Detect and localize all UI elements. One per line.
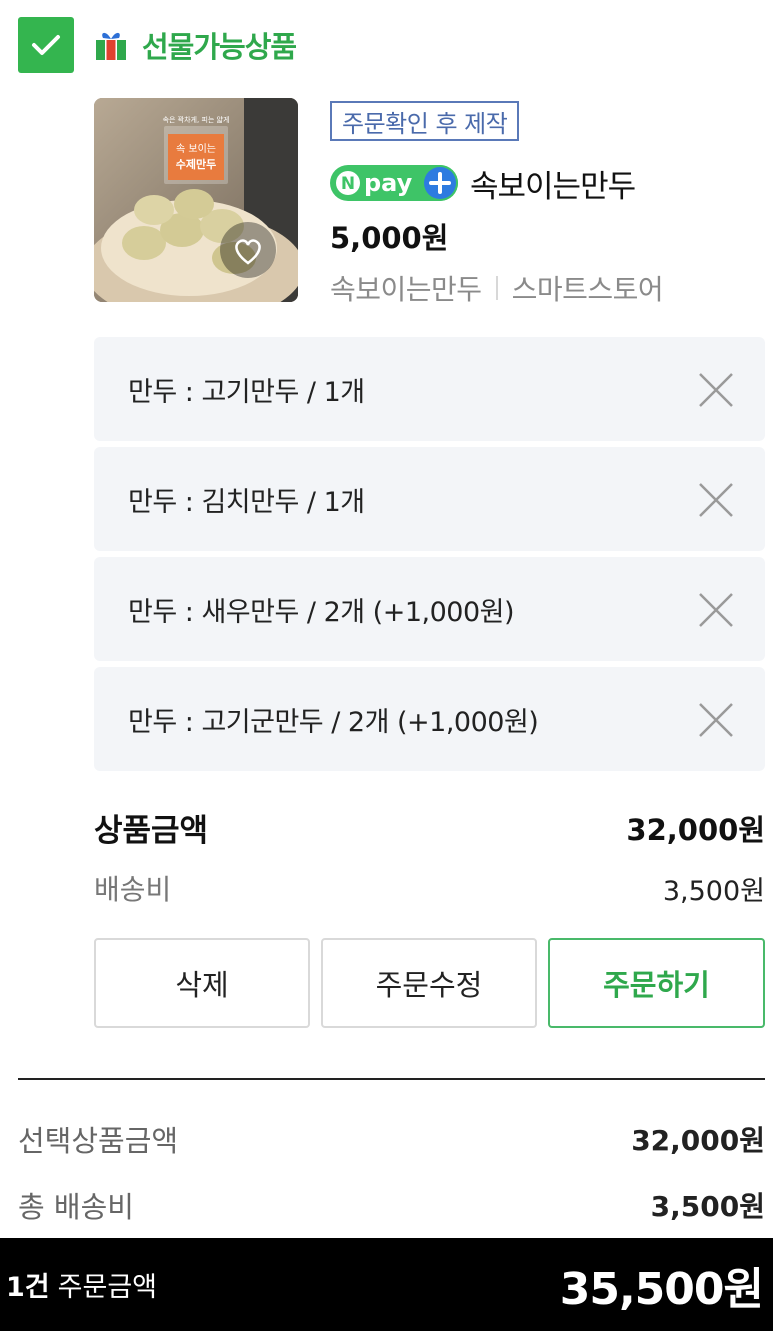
- svg-text:속 보이는: 속 보이는: [176, 143, 216, 155]
- check-icon: [32, 35, 60, 55]
- seller-divider: [495, 276, 498, 300]
- total-shipping-value: 3,500원: [650, 1190, 765, 1223]
- order-button[interactable]: 주문하기: [548, 938, 765, 1028]
- option-item: 만두 : 새우만두 / 2개 (+1,000원): [94, 557, 765, 661]
- option-text: 만두 : 김치만두 / 1개: [128, 486, 365, 518]
- option-text: 만두 : 새우만두 / 2개 (+1,000원): [128, 596, 515, 628]
- order-count-value: 1건: [6, 1272, 50, 1303]
- option-text: 만두 : 고기만두 / 1개: [128, 376, 365, 408]
- seller-info: 속보이는만두 스마트스토어: [330, 268, 664, 308]
- svg-text:수제만두: 수제만두: [176, 157, 216, 171]
- total-shipping-row: 총 배송비 3,500원: [18, 1184, 765, 1226]
- option-item: 만두 : 고기만두 / 1개: [94, 337, 765, 441]
- order-amount-label: 주문금액: [57, 1272, 158, 1303]
- shipping-row: 배송비 3,500원: [94, 868, 765, 908]
- delete-button[interactable]: 삭제: [94, 938, 310, 1028]
- order-count: 1건 주문금액: [6, 1265, 157, 1304]
- close-icon[interactable]: [697, 701, 735, 739]
- gift-available-row: 선물가능상품: [18, 17, 297, 73]
- gift-available-label: 선물가능상품: [142, 30, 297, 64]
- selected-amount-row: 선택상품금액 32,000원: [18, 1118, 765, 1160]
- edit-order-button[interactable]: 주문수정: [321, 938, 537, 1028]
- close-icon[interactable]: [697, 481, 735, 519]
- seller-name[interactable]: 속보이는만두: [330, 268, 482, 308]
- option-text: 만두 : 고기군만두 / 2개 (+1,000원): [128, 706, 539, 738]
- product-thumbnail[interactable]: 속은 꽉차게, 피는 얇게 속 보이는 수제만두: [94, 98, 298, 302]
- shipping-value: 3,500원: [662, 875, 765, 907]
- shipping-label: 배송비: [94, 873, 172, 906]
- heart-icon[interactable]: [232, 236, 264, 266]
- npay-plus-icon: N pay: [330, 165, 458, 201]
- order-total-value: 35,500원: [559, 1263, 764, 1315]
- product-title-row: N pay 속보이는만두: [330, 160, 636, 206]
- made-to-order-tag: 주문확인 후 제작: [330, 101, 520, 141]
- close-icon[interactable]: [697, 591, 735, 629]
- option-item: 만두 : 고기군만두 / 2개 (+1,000원): [94, 667, 765, 771]
- select-checkbox[interactable]: [18, 17, 74, 73]
- product-amount-row: 상품금액 32,000원: [94, 805, 765, 850]
- order-total-bar[interactable]: 1건 주문금액 35,500원: [0, 1238, 773, 1331]
- product-amount-value: 32,000원: [626, 812, 765, 847]
- selected-amount-value: 32,000원: [631, 1124, 765, 1157]
- selected-amount-label: 선택상품금액: [18, 1124, 179, 1158]
- total-shipping-label: 총 배송비: [18, 1190, 134, 1224]
- product-name[interactable]: 속보이는만두: [470, 161, 636, 206]
- svg-text:속은 꽉차게, 피는 얇게: 속은 꽉차게, 피는 얇게: [163, 115, 230, 124]
- product-amount-label: 상품금액: [94, 813, 209, 849]
- store-type: 스마트스토어: [511, 273, 664, 306]
- svg-text:pay: pay: [364, 169, 413, 197]
- gift-icon: [94, 28, 128, 62]
- close-icon[interactable]: [697, 371, 735, 409]
- section-divider: [18, 1078, 765, 1080]
- option-item: 만두 : 김치만두 / 1개: [94, 447, 765, 551]
- product-price: 5,000원: [330, 221, 449, 255]
- svg-text:N: N: [341, 174, 355, 194]
